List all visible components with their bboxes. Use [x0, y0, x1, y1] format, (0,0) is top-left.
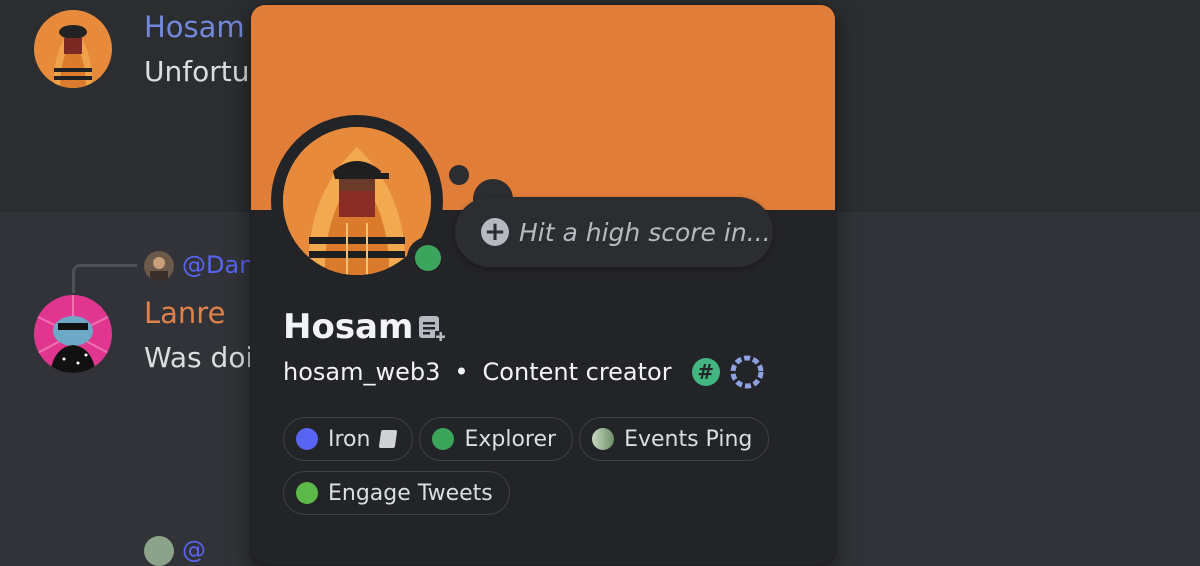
reply-connector	[72, 264, 137, 293]
role-color-dot	[432, 428, 455, 450]
thought-bubble-dot-small	[449, 165, 469, 185]
role-pill-events-ping[interactable]: Events Ping	[579, 417, 770, 461]
profile-display-name: Hosam	[283, 307, 414, 347]
role-color-dot	[296, 482, 318, 504]
role-label: Engage Tweets	[328, 480, 493, 506]
hosam-author-name[interactable]: Hosam	[144, 10, 245, 44]
role-label: Iron	[328, 426, 371, 452]
reply-avatar-2	[144, 536, 174, 566]
profile-username[interactable]: hosam_web3	[283, 358, 440, 386]
add-status-plus-icon: +	[481, 218, 509, 246]
hosam-avatar[interactable]	[34, 10, 112, 88]
custom-status-placeholder: Hit a high score in...	[519, 217, 771, 247]
role-pill-iron[interactable]: Iron	[283, 417, 414, 461]
lanre-message-text: Was doir	[144, 341, 265, 374]
profile-tagline: Content creator	[482, 358, 672, 386]
profile-avatar-ring	[271, 115, 449, 287]
role-pill-engage-tweets[interactable]: Engage Tweets	[283, 471, 510, 515]
lanre-author-name[interactable]: Lanre	[144, 296, 225, 330]
role-label: Explorer	[464, 426, 557, 452]
hosam-message-text: Unfortu	[144, 55, 250, 88]
profile-subline: hosam_web3 • Content creator #	[283, 355, 764, 389]
status-indicator-ring	[407, 237, 449, 279]
hashtag-badge-icon[interactable]: #	[691, 358, 720, 386]
add-note-icon[interactable]	[417, 313, 447, 343]
online-status-icon	[415, 245, 441, 271]
user-profile-popout: + Hit a high score in... Hosam hosam_web…	[251, 5, 835, 565]
subline-separator: •	[454, 358, 469, 386]
iron-emoji-icon	[379, 430, 398, 448]
reply-avatar	[144, 251, 174, 281]
reply-mention[interactable]: @Dan	[182, 251, 254, 279]
role-color-dot	[592, 428, 615, 450]
lanre-avatar[interactable]	[34, 295, 112, 373]
wreath-badge-icon[interactable]	[730, 355, 764, 389]
role-pill-explorer[interactable]: Explorer	[419, 417, 574, 461]
role-color-dot	[296, 428, 318, 450]
role-label: Events Ping	[624, 426, 753, 452]
role-list: Iron Explorer Events Ping Engage Tweets	[283, 417, 803, 525]
reply-mention-2[interactable]: @	[182, 536, 206, 564]
custom-status-bubble[interactable]: + Hit a high score in...	[455, 197, 773, 267]
